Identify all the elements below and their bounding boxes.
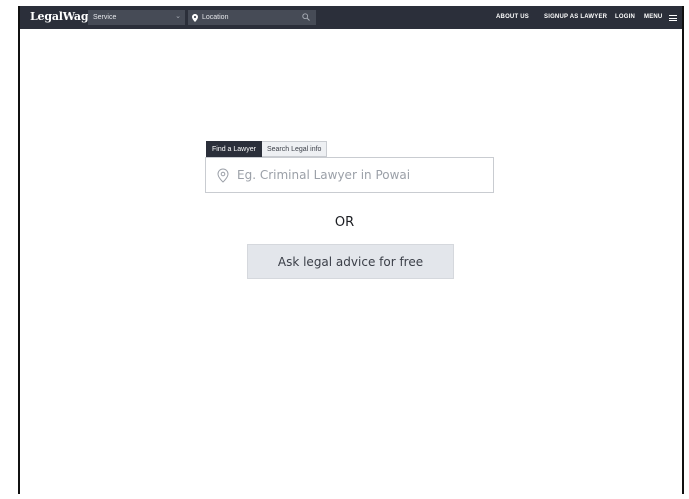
tab-find-a-lawyer[interactable]: Find a Lawyer — [206, 141, 262, 157]
search-icon[interactable] — [302, 13, 310, 21]
ask-legal-advice-button[interactable]: Ask legal advice for free — [247, 244, 454, 279]
hamburger-menu-icon[interactable] — [669, 15, 677, 21]
lawyer-search-input[interactable]: Eg. Criminal Lawyer in Powai — [205, 157, 494, 193]
location-input-placeholder: Location — [202, 14, 229, 21]
location-pin-icon — [217, 167, 229, 183]
chevron-down-icon: ⌄ — [175, 13, 181, 20]
nav-signup-as-lawyer[interactable]: SIGNUP AS LAWYER — [544, 14, 607, 20]
nav-login[interactable]: LOGIN — [615, 14, 635, 20]
location-input[interactable]: Location — [188, 10, 316, 25]
map-pin-icon — [192, 13, 198, 22]
search-placeholder: Eg. Criminal Lawyer in Powai — [237, 168, 411, 182]
search-tabs: Find a Lawyer Search Legal info — [206, 141, 328, 157]
nav-about-us[interactable]: ABOUT US — [496, 14, 529, 20]
service-select-value: Service — [93, 14, 117, 21]
tab-search-legal-info[interactable]: Search Legal info — [261, 141, 328, 157]
or-separator: OR — [334, 215, 355, 230]
nav-menu[interactable]: MENU — [644, 14, 662, 20]
top-navigation-bar: LegalWagon Service ⌄ Location ABOUT US S… — [20, 6, 682, 29]
service-select[interactable]: Service ⌄ — [88, 10, 185, 25]
